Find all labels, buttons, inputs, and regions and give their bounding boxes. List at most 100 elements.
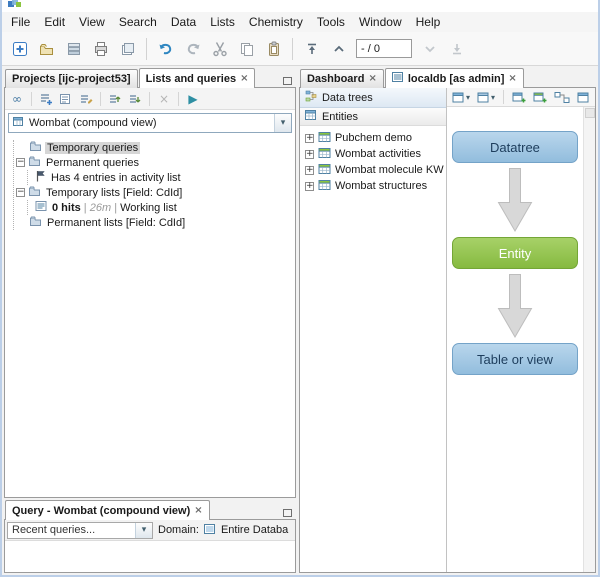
tab-dashboard-label: Dashboard [307,73,364,85]
open-button[interactable] [34,36,59,61]
new-query-button[interactable]: ∞ [8,90,26,108]
tree-item-wombat-structures[interactable]: + Wombat structures [305,178,444,194]
tree-item-temporary-lists[interactable]: − Temporary lists [Field: CdId] [16,185,293,200]
domain-value[interactable]: Entire Databa [221,524,288,536]
new-list-button[interactable] [37,90,55,108]
chevron-down-icon[interactable]: ▾ [274,114,291,132]
tree-item-label: Permanent lists [Field: CdId] [45,217,187,229]
expand-icon[interactable]: + [305,182,314,191]
edit-list-button[interactable] [77,90,95,108]
new-list-from-selection-button[interactable] [57,90,75,108]
close-icon[interactable]: × [240,74,248,84]
database-icon [392,71,404,86]
tab-projects[interactable]: Projects [ijc-project53] [5,69,138,88]
expand-icon[interactable]: + [305,134,314,143]
collapse-icon[interactable]: − [16,158,25,167]
menu-chemistry[interactable]: Chemistry [242,13,310,31]
collapse-icon[interactable]: − [16,188,25,197]
close-icon[interactable]: × [368,74,376,84]
tree-item-pubchem-demo[interactable]: + Pubchem demo [305,130,444,146]
first-row-button[interactable] [299,36,324,61]
tab-dashboard[interactable]: Dashboard × [300,69,384,88]
tree-item-label: Temporary queries [45,142,140,154]
left-tabstrip: Projects [ijc-project53] Lists and queri… [4,68,296,88]
new-datatree-button[interactable] [510,89,528,105]
menu-edit[interactable]: Edit [37,13,72,31]
view-selector-combo[interactable]: Wombat (compound view) ▾ [8,113,292,133]
tree-item-permanent-lists[interactable]: Permanent lists [Field: CdId] [16,215,293,230]
tab-localdb-label: localdb [as admin] [408,73,505,85]
menu-window[interactable]: Window [352,13,409,31]
undo-button[interactable] [153,36,178,61]
tree-item-wombat-activities[interactable]: + Wombat activities [305,146,444,162]
tree-item-working-list[interactable]: 0 hits | 26m | Working list [35,200,293,215]
next-row-button[interactable] [417,36,442,61]
temporary-lists-children: 0 hits | 26m | Working list [27,200,293,215]
row-counter-field[interactable]: - / 0 [356,39,412,58]
chevron-down-icon[interactable]: ▾ [135,523,152,538]
menu-lists[interactable]: Lists [203,13,242,31]
schema-main: Datatree Entity [447,107,595,572]
scrollbar-button[interactable] [585,108,595,118]
tree-item-permanent-queries[interactable]: − Permanent queries [16,155,293,170]
tab-lists-label: Lists and queries [146,73,236,85]
down-arrow-icon [496,168,534,232]
save-button[interactable] [61,36,86,61]
queries-folder-icon [29,140,42,155]
close-icon[interactable]: × [508,74,516,84]
lists-folder-icon [28,185,41,200]
title-bar [2,0,598,12]
schema-canvas[interactable]: Datatree Entity [447,107,583,572]
list-settings-button[interactable] [126,90,144,108]
menu-help[interactable]: Help [409,13,448,31]
left-column: Projects [ijc-project53] Lists and queri… [4,68,296,573]
entity-node[interactable]: Entity [452,237,578,269]
menu-search[interactable]: Search [112,13,164,31]
list-operations-button[interactable] [106,90,124,108]
redo-button[interactable] [180,36,205,61]
previous-row-button[interactable] [326,36,351,61]
close-icon[interactable]: × [194,506,202,516]
data-trees-panel: Data trees Entities + [300,88,447,572]
data-trees-title: Data trees [322,92,373,104]
tree-item-label: Temporary lists [Field: CdId] [44,187,184,199]
last-row-button[interactable] [444,36,469,61]
menu-view[interactable]: View [72,13,112,31]
datatree-node[interactable]: Datatree [452,131,578,163]
query-editor-area[interactable] [5,541,295,572]
tree-item-temporary-queries[interactable]: Temporary queries [16,140,293,155]
entities-header[interactable]: Entities [300,108,446,126]
menu-file[interactable]: File [4,13,37,31]
tab-query-wombat[interactable]: Query - Wombat (compound view) × [5,500,210,520]
run-query-button[interactable]: ▶ [184,90,202,108]
table-or-view-node[interactable]: Table or view [452,343,578,375]
minimize-panel-button[interactable] [283,77,292,85]
tab-localdb[interactable]: localdb [as admin] × [385,68,524,88]
minimize-panel-button[interactable] [283,509,292,517]
delete-button[interactable]: × [155,90,173,108]
right-tabstrip: Dashboard × localdb [as admin] × [299,68,596,88]
menu-tools[interactable]: Tools [310,13,352,31]
datatree-node-label: Datatree [490,140,540,155]
new-button[interactable] [7,36,32,61]
print-button[interactable] [88,36,113,61]
menu-data[interactable]: Data [164,13,203,31]
view-mode-button[interactable]: ▾ [450,89,472,105]
lists-folder-icon [29,215,42,230]
tree-item-activity-query[interactable]: Has 4 entries in activity list [35,170,293,185]
tab-lists-and-queries[interactable]: Lists and queries × [139,68,256,88]
new-entity-button[interactable] [531,89,549,105]
expand-icon[interactable]: + [305,150,314,159]
copy-button[interactable] [234,36,259,61]
new-relationship-button[interactable] [552,89,572,105]
display-options-button[interactable]: ▾ [475,89,497,105]
tree-item-wombat-molecule-kw[interactable]: + Wombat molecule KW [305,162,444,178]
recent-queries-combo[interactable]: Recent queries... ▾ [7,522,153,539]
expand-icon[interactable]: + [305,166,314,175]
data-tree-icon [305,90,317,105]
paste-button[interactable] [261,36,286,61]
schema-settings-button[interactable] [575,89,592,105]
vertical-scrollbar[interactable] [583,107,595,572]
cut-button[interactable] [207,36,232,61]
layers-button[interactable] [115,36,140,61]
